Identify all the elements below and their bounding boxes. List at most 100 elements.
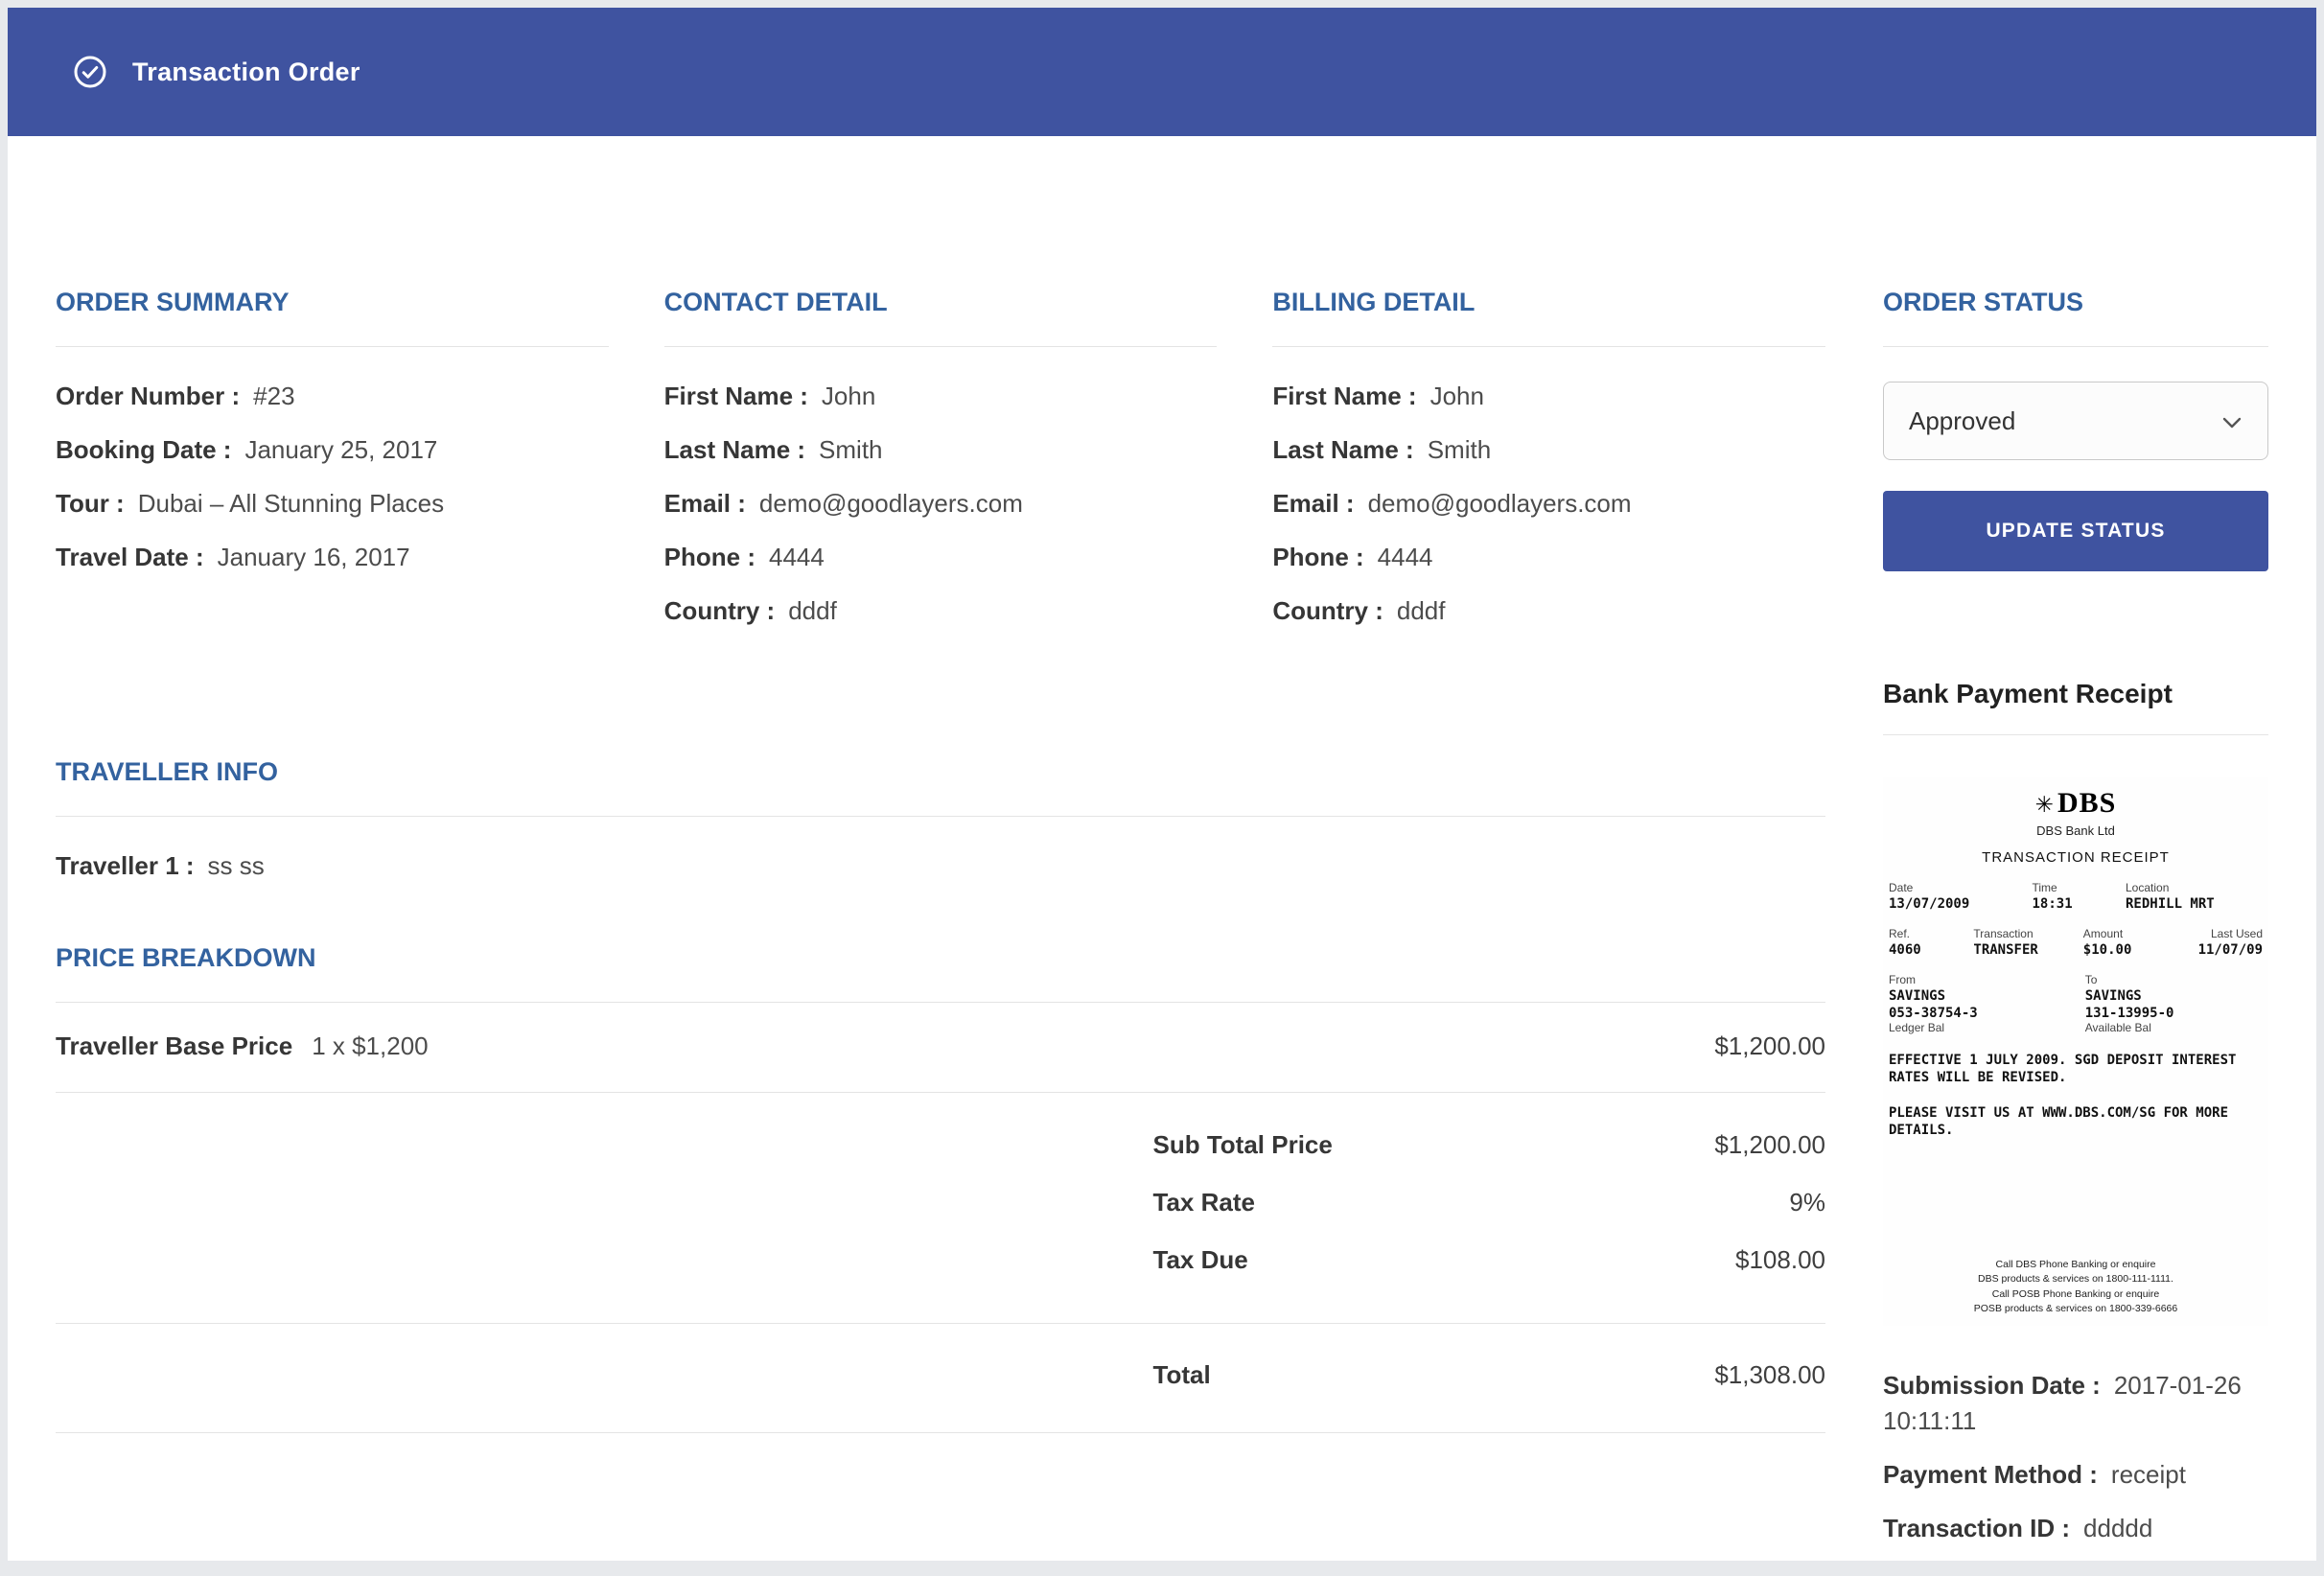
field-value: 4444 [769, 543, 825, 571]
receipt-amount: $10.00 [2083, 942, 2178, 958]
billing-detail-section: BILLING DETAIL First Name : John Last Nam… [1272, 288, 1825, 650]
field-label: Country : [664, 596, 776, 625]
billing-detail-heading: BILLING DETAIL [1272, 288, 1825, 347]
field-value: January 25, 2017 [244, 435, 437, 464]
receipt-row-ref-txn-amount: Ref.4060 TransactionTRANSFER Amount$10.0… [1889, 927, 2263, 958]
subtotal-row: Sub Total Price $1,200.00 [56, 1131, 1825, 1158]
price-line-item: Traveller Base Price1 x $1,200 $1,200.00 [56, 1003, 1825, 1093]
field-value: January 16, 2017 [218, 543, 410, 571]
field-label: Travel Date : [56, 543, 204, 571]
last-name-row: Last Name : Smith [664, 435, 1218, 464]
receipt-title: TRANSACTION RECEIPT [1889, 849, 2263, 866]
summary-amount: 9% [1789, 1189, 1825, 1216]
field-value: Smith [819, 435, 882, 464]
field-label: Submission Date : [1883, 1371, 2101, 1400]
field-label: Booking Date : [56, 435, 231, 464]
receipt-ledger-bal-label: Ledger Bal [1889, 1021, 2085, 1034]
payment-method-row: Payment Method :receipt [1883, 1457, 2268, 1493]
receipt-notice-1: EFFECTIVE 1 JULY 2009. SGD DEPOSIT INTER… [1889, 1052, 2263, 1087]
detail-columns: ORDER SUMMARY Order Number : #23 Booking … [56, 288, 1825, 650]
dbs-logo: ✳DBS [1889, 787, 2263, 820]
contact-detail-section: CONTACT DETAIL First Name :John Last Nam… [664, 288, 1218, 650]
contact-detail-rows: First Name :John Last Name : Smith Email … [664, 382, 1218, 625]
tour-row: Tour :Dubai – All Stunning Places [56, 489, 609, 518]
field-label: Country : [1272, 596, 1383, 625]
traveller-row: Traveller 1 :ss ss [56, 851, 1825, 880]
field-value: demo@goodlayers.com [759, 489, 1023, 518]
price-breakdown-section: PRICE BREAKDOWN Traveller Base Price1 x … [56, 943, 1825, 1433]
receipt-transaction: TRANSFER [1973, 942, 2082, 958]
dbs-logo-text: DBS [2057, 787, 2116, 819]
billing-detail-rows: First Name :John Last Name :Smith Email … [1272, 382, 1825, 625]
summary-label: Tax Due [1153, 1246, 1248, 1273]
header-bar: Transaction Order [8, 8, 2316, 136]
bank-receipt-image: ✳DBS DBS Bank Ltd TRANSACTION RECEIPT Da… [1883, 777, 2268, 1326]
price-item-left: Traveller Base Price1 x $1,200 [56, 1031, 429, 1061]
order-status-heading: ORDER STATUS [1883, 288, 2268, 347]
field-label: Last Name : [664, 435, 805, 464]
order-summary-section: ORDER SUMMARY Order Number : #23 Booking … [56, 288, 609, 650]
last-name-row: Last Name :Smith [1272, 435, 1825, 464]
field-value: John [1430, 382, 1484, 410]
receipt-last-used-label: Last Used [2178, 927, 2263, 940]
country-row: Country : dddf [664, 596, 1218, 625]
receipt-to-label: To [2085, 973, 2263, 986]
tour-link[interactable]: Dubai – All Stunning Places [138, 489, 444, 518]
page-title: Transaction Order [132, 58, 360, 87]
field-value: dddf [1397, 596, 1446, 625]
order-status-selected-value: Approved [1909, 406, 2015, 436]
price-item-label: Traveller Base Price [56, 1031, 292, 1060]
field-value: demo@goodlayers.com [1368, 489, 1632, 518]
field-label: First Name : [1272, 382, 1416, 410]
receipt-transaction-label: Transaction [1973, 927, 2082, 940]
receipt-date: 13/07/2009 [1889, 896, 2033, 912]
receipt-from-label: From [1889, 973, 2085, 986]
booking-date-row: Booking Date : January 25, 2017 [56, 435, 609, 464]
first-name-row: First Name :John [664, 382, 1218, 410]
receipt-row-date-time-location: Date13/07/2009 Time18:31 LocationREDHILL… [1889, 881, 2263, 912]
total-label: Total [1153, 1360, 1211, 1390]
receipt-footer-line: Call DBS Phone Banking or enquire [1889, 1258, 2263, 1272]
receipt-date-label: Date [1889, 881, 2033, 894]
bank-payment-receipt-heading: Bank Payment Receipt [1883, 679, 2268, 735]
travel-date-row: Travel Date : January 16, 2017 [56, 543, 609, 571]
receipt-ref-label: Ref. [1889, 927, 1973, 940]
receipt-bank-name: DBS Bank Ltd [1889, 823, 2263, 838]
order-summary-heading: ORDER SUMMARY [56, 288, 609, 347]
summary-label: Sub Total Price [1153, 1131, 1333, 1158]
page: Transaction Order ORDER SUMMARY Order Nu… [8, 8, 2316, 1561]
summary-amount: $1,200.00 [1714, 1131, 1825, 1158]
field-label: Email : [664, 489, 746, 518]
receipt-available-bal-label: Available Bal [2085, 1021, 2263, 1034]
field-label: Last Name : [1272, 435, 1413, 464]
field-value: receipt [2111, 1460, 2186, 1489]
order-summary-rows: Order Number : #23 Booking Date : January … [56, 382, 609, 571]
price-breakdown-heading: PRICE BREAKDOWN [56, 943, 1825, 1003]
field-label: Phone : [664, 543, 755, 571]
receipt-time: 18:31 [2033, 896, 2126, 912]
traveller-info-section: TRAVELLER INFO Traveller 1 :ss ss [56, 757, 1825, 880]
check-circle-icon [73, 55, 107, 89]
transaction-id-row: Transaction ID :ddddd [1883, 1511, 2268, 1546]
tax-due-row: Tax Due $108.00 [56, 1246, 1825, 1273]
summary-amount: $108.00 [1735, 1246, 1825, 1273]
dbs-logo-icon: ✳ [2035, 793, 2055, 818]
order-status-select[interactable]: Approved [1883, 382, 2268, 460]
field-label: Order Number : [56, 382, 240, 410]
receipt-from-type: SAVINGS [1889, 988, 2085, 1004]
content: ORDER SUMMARY Order Number : #23 Booking … [8, 136, 2316, 1561]
country-row: Country : dddf [1272, 596, 1825, 625]
field-value: ss ss [208, 851, 265, 880]
receipt-to-account: 131-13995-0 [2085, 1006, 2263, 1021]
receipt-to-type: SAVINGS [2085, 988, 2263, 1004]
phone-row: Phone : 4444 [664, 543, 1218, 571]
contact-detail-heading: CONTACT DETAIL [664, 288, 1218, 347]
price-summary: Sub Total Price $1,200.00 Tax Rate 9% Ta… [56, 1093, 1825, 1324]
field-value: dddf [788, 596, 837, 625]
phone-row: Phone :4444 [1272, 543, 1825, 571]
update-status-button[interactable]: UPDATE STATUS [1883, 491, 2268, 571]
receipt-footer: Call DBS Phone Banking or enquire DBS pr… [1889, 1258, 2263, 1316]
traveller-info-rows: Traveller 1 :ss ss [56, 851, 1825, 880]
field-value: #23 [253, 382, 294, 410]
first-name-row: First Name : John [1272, 382, 1825, 410]
